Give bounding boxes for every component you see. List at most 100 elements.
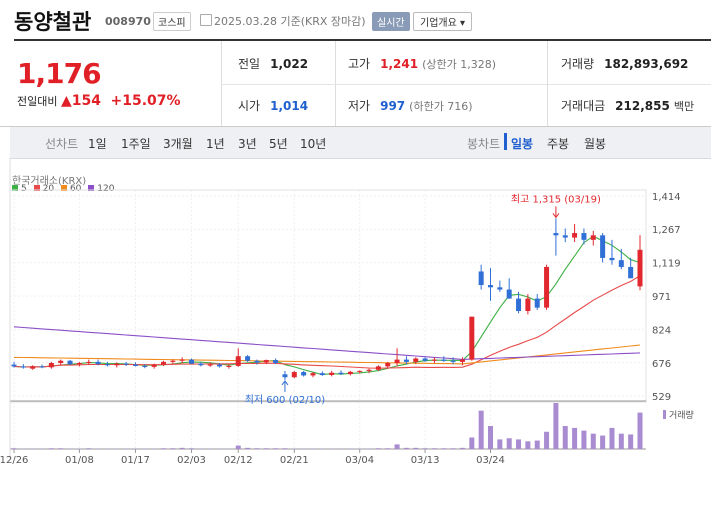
candle-body [600, 235, 606, 258]
x-tick-label: 03/13 [411, 455, 440, 466]
candle-body [76, 363, 82, 365]
candle-body [67, 360, 73, 365]
volume-bar [422, 448, 428, 449]
candle-body [394, 359, 400, 364]
y-tick-label: 824 [652, 325, 671, 336]
candle-body [198, 363, 204, 366]
candle-body [11, 364, 17, 367]
candle-body [581, 233, 587, 240]
candle-body [282, 374, 288, 378]
candle-body [637, 249, 643, 287]
volume-bar [431, 448, 437, 449]
candle-body [329, 372, 335, 375]
candle-body [273, 360, 279, 364]
volume-bar [553, 403, 559, 449]
volume-bar [273, 448, 279, 449]
candle-body [478, 271, 484, 286]
candle-body [235, 356, 241, 366]
x-tick-label: 03/04 [345, 455, 374, 466]
low-annotation: 최저 600 (02/10) [245, 394, 326, 406]
candle-body [86, 361, 92, 364]
candle-body [39, 366, 45, 368]
candle-body [123, 363, 129, 365]
candle-body [403, 359, 409, 362]
volume-bar [48, 448, 54, 449]
volume-bar [581, 430, 587, 449]
y-tick-label: 529 [652, 392, 671, 403]
candle-body [450, 360, 456, 362]
y-tick-label: 1,414 [652, 192, 681, 203]
volume-bar [544, 431, 550, 449]
candle-body [160, 361, 166, 365]
candle-body [441, 359, 447, 361]
candle-body [114, 363, 120, 366]
candle-body [226, 365, 232, 367]
candle-body [469, 316, 475, 360]
volume-bar [562, 426, 568, 449]
candle-body [132, 364, 138, 366]
candle-body [572, 233, 578, 238]
candle-body [506, 289, 512, 299]
candle-body [291, 372, 297, 378]
x-tick-label: 02/21 [280, 455, 309, 466]
candle-body [534, 298, 540, 308]
volume-bar [609, 427, 615, 449]
volume-bar [282, 448, 288, 449]
candle-body [413, 358, 419, 362]
candle-body [104, 364, 110, 366]
candle-body [310, 373, 316, 376]
volume-bar [525, 441, 531, 449]
volume-bar [403, 447, 409, 449]
candle-body [357, 370, 363, 372]
candle-body [459, 359, 465, 362]
volume-bar [488, 426, 494, 449]
candle-body [497, 287, 503, 290]
volume-bar [58, 448, 64, 449]
y-tick-label: 676 [652, 359, 671, 370]
volume-bar [590, 433, 596, 449]
candle-body [553, 233, 559, 236]
volume-bar [441, 448, 447, 449]
volume-bar [86, 448, 92, 449]
x-tick-label: 03/24 [476, 455, 505, 466]
candle-body [628, 266, 634, 279]
candle-body [245, 356, 251, 361]
volume-bar [254, 448, 260, 449]
candle-body [544, 266, 550, 308]
stock-chart[interactable]: 1,414 1,267 1,119 971 824 676 529 12/26 01/08 01/… [0, 0, 711, 519]
volume-bar [179, 447, 185, 449]
volume-bar [534, 440, 540, 449]
candle-body [562, 235, 568, 238]
x-tick-label: 02/03 [177, 455, 206, 466]
candle-body [142, 365, 148, 367]
candle-body [516, 298, 522, 312]
volume-bar [385, 448, 391, 449]
candle-body [95, 361, 101, 365]
candle-body [207, 364, 213, 366]
candle-body [58, 360, 64, 364]
candle-body [151, 364, 157, 367]
candle-body [422, 358, 428, 361]
candle-body [254, 360, 260, 363]
candle-body [217, 364, 223, 367]
candle-body [431, 359, 437, 361]
candle-body [347, 371, 353, 375]
candle-body [263, 360, 269, 363]
volume-bar [628, 434, 634, 449]
y-tick-label: 1,119 [652, 259, 681, 270]
volume-bar [413, 447, 419, 449]
volume-bar [497, 439, 503, 449]
volume-bar [160, 448, 166, 449]
candle-body [170, 360, 176, 362]
volume-bar [516, 439, 522, 449]
volume-bar [478, 410, 484, 449]
high-annotation: 최고 1,315 (03/19) [511, 193, 601, 205]
volume-legend-swatch [663, 410, 666, 419]
candle-body [48, 363, 54, 368]
candle-body [618, 260, 624, 267]
volume-bar [170, 448, 176, 449]
volume-bar [506, 438, 512, 449]
candle-body [30, 366, 36, 369]
volume-bar [450, 448, 456, 449]
candle-body [189, 359, 195, 364]
